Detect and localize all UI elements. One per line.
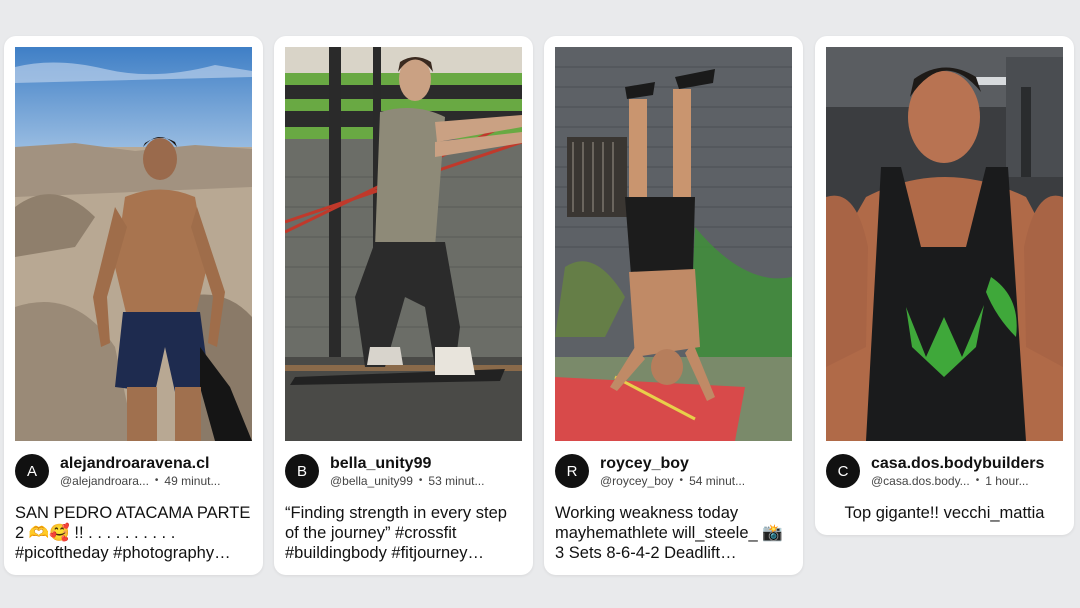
post-time: 49 minut... xyxy=(164,473,221,488)
separator-dot: • xyxy=(975,474,980,486)
author-name[interactable]: roycey_boy xyxy=(600,454,745,473)
author-name[interactable]: alejandroaravena.cl xyxy=(60,454,220,473)
post-card[interactable]: B bella_unity99 @bella_unity99 • 53 minu… xyxy=(274,36,533,575)
post-photo[interactable] xyxy=(15,47,252,441)
post-caption[interactable]: Working weakness today mayhemathlete wil… xyxy=(555,503,792,563)
post-card[interactable]: A alejandroaravena.cl @alejandroara... •… xyxy=(4,36,263,575)
post-author[interactable]: B bella_unity99 @bella_unity99 • 53 minu… xyxy=(285,453,522,489)
avatar[interactable]: C xyxy=(826,454,860,488)
author-handle: @bella_unity99 xyxy=(330,473,413,488)
post-caption[interactable]: “Finding strength in every step of the j… xyxy=(285,503,522,563)
separator-dot: • xyxy=(154,474,159,486)
author-handle: @casa.dos.body... xyxy=(871,473,970,488)
post-caption[interactable]: Top gigante!! vecchi_mattia xyxy=(826,503,1063,523)
author-name[interactable]: casa.dos.bodybuilders xyxy=(871,454,1044,473)
post-author[interactable]: A alejandroaravena.cl @alejandroara... •… xyxy=(15,453,252,489)
post-time: 53 minut... xyxy=(428,473,485,488)
post-card[interactable]: C casa.dos.bodybuilders @casa.dos.body..… xyxy=(815,36,1074,535)
author-handle: @alejandroara... xyxy=(60,473,149,488)
post-photo[interactable] xyxy=(555,47,792,441)
post-time: 1 hour... xyxy=(985,473,1029,488)
avatar[interactable]: R xyxy=(555,454,589,488)
separator-dot: • xyxy=(679,474,684,486)
avatar[interactable]: B xyxy=(285,454,319,488)
post-caption[interactable]: SAN PEDRO ATACAMA PARTE 2 🫶🥰 !! . . . . … xyxy=(15,503,252,563)
separator-dot: • xyxy=(418,474,423,486)
author-name[interactable]: bella_unity99 xyxy=(330,454,484,473)
post-author[interactable]: C casa.dos.bodybuilders @casa.dos.body..… xyxy=(826,453,1063,489)
post-author[interactable]: R roycey_boy @roycey_boy • 54 minut... xyxy=(555,453,792,489)
post-photo[interactable] xyxy=(285,47,522,441)
avatar[interactable]: A xyxy=(15,454,49,488)
post-card[interactable]: R roycey_boy @roycey_boy • 54 minut... W… xyxy=(544,36,803,575)
post-photo[interactable] xyxy=(826,47,1063,441)
author-handle: @roycey_boy xyxy=(600,473,674,488)
post-time: 54 minut... xyxy=(689,473,746,488)
